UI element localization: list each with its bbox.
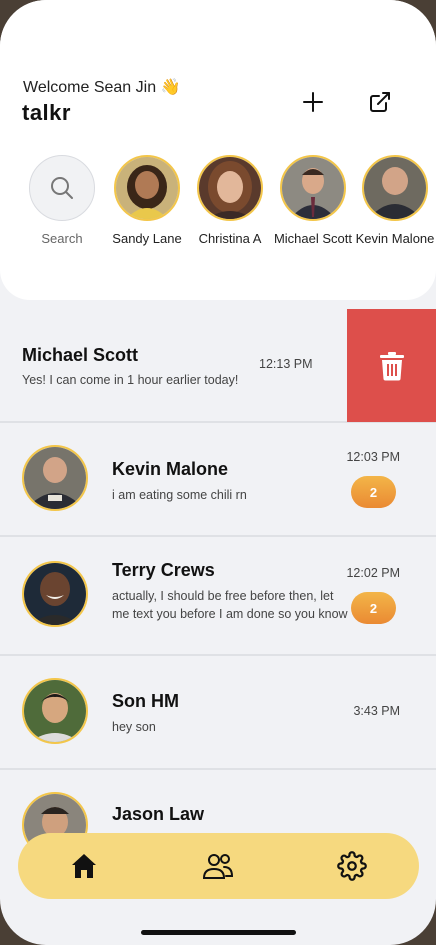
- story-label: Sandy Lane: [112, 231, 182, 246]
- stories-row: Search Sandy Lane Christina A Michael Sc…: [0, 150, 436, 270]
- chat-name: Jason Law: [112, 804, 205, 824]
- story-sandy-lane[interactable]: Sandy Lane: [107, 155, 187, 247]
- delete-chat-button[interactable]: [347, 309, 436, 422]
- header-card: Welcome Sean Jin 👋 talkr Search Sandy La…: [0, 0, 436, 300]
- avatar: [22, 678, 88, 744]
- avatar: [197, 155, 263, 221]
- avatar-image: [24, 680, 86, 742]
- nav-home-button[interactable]: [67, 849, 101, 883]
- nav-settings-button[interactable]: [335, 849, 369, 883]
- avatar-image: [116, 157, 178, 219]
- chat-time: 12:03 PM: [346, 450, 400, 464]
- story-label: Christina A: [198, 231, 262, 246]
- avatar-image: [24, 563, 86, 625]
- chat-time: 3:43 PM: [353, 704, 400, 718]
- external-link-icon: [370, 92, 390, 112]
- compose-button[interactable]: [364, 86, 396, 118]
- avatar: [362, 155, 428, 221]
- trash-icon: [379, 351, 404, 380]
- story-christina-a[interactable]: Christina A: [190, 155, 270, 247]
- story-search[interactable]: Search: [22, 155, 102, 247]
- home-icon: [72, 854, 96, 878]
- chat-time: 12:13 PM: [259, 357, 313, 371]
- avatar: [22, 445, 88, 511]
- story-label: Michael Scott: [273, 231, 353, 246]
- avatar: [114, 155, 180, 221]
- unread-badge: 2: [351, 592, 396, 624]
- avatar-image: [364, 157, 426, 219]
- chat-message: actually, I should be free before then, …: [112, 589, 348, 621]
- chat-message: Yes! I can come in 1 hour earlier today!: [22, 373, 239, 387]
- phone-screen: Welcome Sean Jin 👋 talkr Search Sandy La…: [0, 0, 436, 945]
- chat-message: hey son: [112, 720, 156, 734]
- home-indicator: [141, 930, 296, 935]
- chat-name: Michael Scott: [22, 345, 139, 365]
- story-michael-scott[interactable]: Michael Scott: [273, 155, 353, 247]
- avatar-image: [282, 157, 344, 219]
- new-chat-button[interactable]: [297, 86, 329, 118]
- nav-contacts-button[interactable]: [201, 849, 235, 883]
- chat-name: Terry Crews: [112, 560, 215, 580]
- chat-name: Kevin Malone: [112, 459, 229, 479]
- plus-icon: [303, 92, 323, 112]
- story-label: Kevin Malone: [355, 231, 435, 246]
- unread-badge: 2: [351, 476, 396, 508]
- chat-message: i am eating some chili rn: [112, 488, 247, 502]
- welcome-text: Welcome Sean Jin 👋: [23, 79, 181, 96]
- avatar: [22, 561, 88, 627]
- search-icon: [51, 177, 73, 199]
- chat-row[interactable]: Kevin Malone i am eating some chili rn 1…: [0, 423, 436, 537]
- chat-row[interactable]: Son HM hey son 3:43 PM: [0, 656, 436, 770]
- avatar-image: [24, 447, 86, 509]
- search-button[interactable]: [29, 155, 95, 221]
- chat-time: 12:02 PM: [346, 566, 400, 580]
- story-kevin-malone[interactable]: Kevin Malone: [355, 155, 435, 247]
- avatar: [280, 155, 346, 221]
- avatar-image: [199, 157, 261, 219]
- bottom-nav: [18, 833, 419, 899]
- users-icon: [202, 854, 234, 879]
- chat-name: Son HM: [112, 691, 179, 711]
- chat-row[interactable]: Terry Crews actually, I should be free b…: [0, 537, 436, 656]
- story-label: Search: [41, 231, 83, 246]
- app-title: talkr: [22, 100, 71, 125]
- gear-icon: [337, 851, 367, 881]
